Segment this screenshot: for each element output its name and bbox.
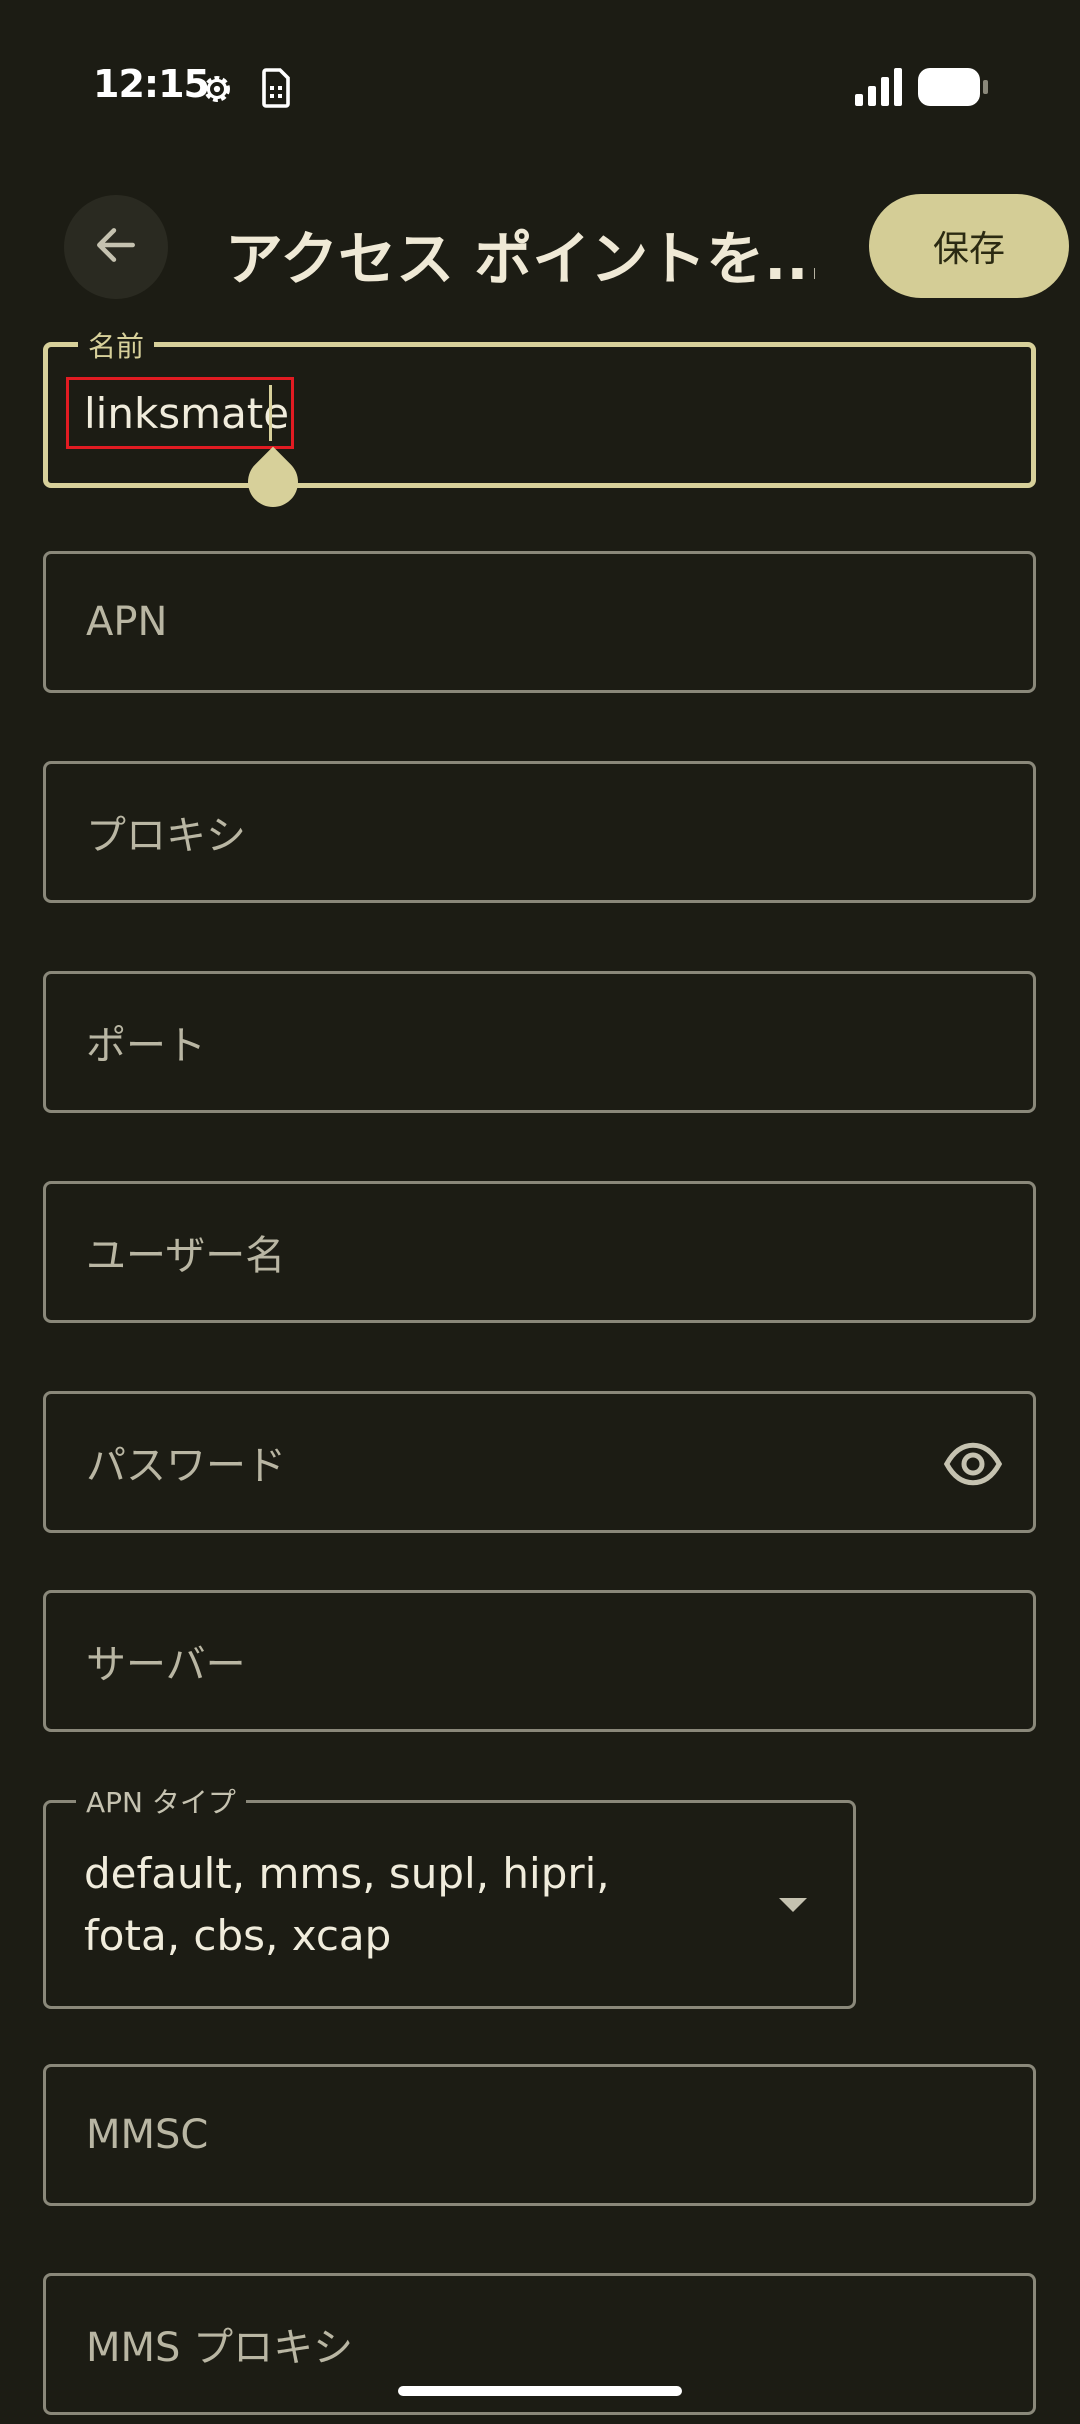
- proxy-field[interactable]: プロキシ: [43, 761, 1036, 903]
- home-indicator[interactable]: [398, 2386, 682, 2396]
- apn-type-value: default, mms, supl, hipri, fota, cbs, xc…: [84, 1849, 610, 1960]
- proxy-field-placeholder: プロキシ: [86, 813, 246, 859]
- password-field[interactable]: パスワード: [43, 1391, 1036, 1533]
- top-app-bar: アクセス ポイントを... 保存: [0, 190, 1080, 305]
- cursor-handle[interactable]: [237, 446, 309, 518]
- mmsc-field[interactable]: MMSC: [43, 2064, 1036, 2206]
- eye-icon[interactable]: [941, 1432, 1005, 1496]
- apn-type-label: APN タイプ: [76, 1781, 246, 1821]
- apn-type-dropdown[interactable]: APN タイプ default, mms, supl, hipri, fota,…: [43, 1781, 856, 2009]
- mmsc-field-placeholder: MMSC: [86, 2112, 209, 2158]
- back-button[interactable]: [64, 195, 168, 299]
- text-highlight-box: [66, 377, 294, 449]
- username-field[interactable]: ユーザー名: [43, 1181, 1036, 1323]
- server-field[interactable]: サーバー: [43, 1590, 1036, 1732]
- name-field-label: 名前: [78, 325, 155, 365]
- save-button[interactable]: 保存: [869, 194, 1069, 298]
- port-field[interactable]: ポート: [43, 971, 1036, 1113]
- gear-icon: [198, 70, 236, 112]
- name-field[interactable]: 名前 linksmate: [43, 325, 1036, 518]
- battery-icon: [918, 68, 990, 110]
- signal-icon: [855, 68, 903, 110]
- arrow-left-icon: [91, 220, 141, 274]
- page-title: アクセス ポイントを...: [225, 225, 815, 293]
- apn-field[interactable]: APN: [43, 551, 1036, 693]
- server-field-placeholder: サーバー: [86, 1642, 246, 1688]
- apn-field-placeholder: APN: [86, 599, 168, 645]
- username-field-placeholder: ユーザー名: [86, 1233, 286, 1279]
- mms-proxy-field-placeholder: MMS プロキシ: [86, 2325, 354, 2371]
- sim-card-icon: [260, 68, 292, 112]
- password-field-placeholder: パスワード: [86, 1443, 286, 1489]
- text-cursor: [269, 385, 272, 441]
- dropdown-arrow-icon: [779, 1898, 807, 1912]
- status-bar: 12:15: [0, 0, 1080, 175]
- status-time: 12:15: [93, 62, 210, 106]
- port-field-placeholder: ポート: [86, 1023, 206, 1069]
